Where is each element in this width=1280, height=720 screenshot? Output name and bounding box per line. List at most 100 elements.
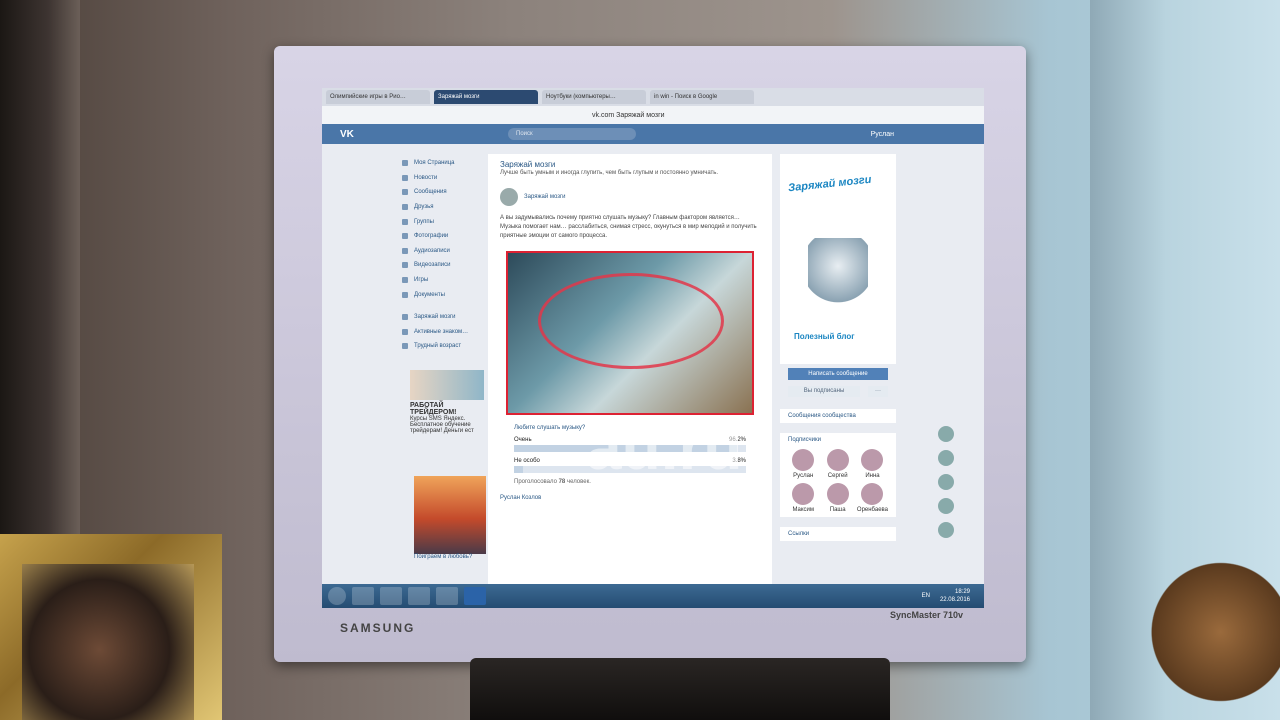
photo-detail [538,273,724,369]
chat-avatar[interactable] [938,474,954,490]
nav-icon [402,291,408,298]
address-bar[interactable]: vk.com Заряжай мозги [322,106,984,124]
nav-label: Заряжай мозги [414,314,456,321]
group-sidebar: Заряжай мозги Полезный блог Написать соо… [780,154,896,541]
tab-1[interactable]: Олимпийские игры в Рио… [326,90,430,104]
nav-label: Сообщения [414,189,447,196]
subscriber-name: Паша [829,507,846,513]
tab-3[interactable]: Ноутбуки (компьютеры… [542,90,646,104]
avatar [861,483,884,505]
nav-label: Друзья [414,204,434,211]
vk-search-input[interactable]: Поиск [508,128,636,140]
chat-avatar[interactable] [938,426,954,442]
watermark-logo: au.ru [586,411,743,483]
nav-item[interactable]: Фотографии [402,229,492,244]
religious-icon-frame [0,534,222,720]
subscriber-name: Оренбаева [856,507,888,513]
cover-title: Заряжай мозги [787,173,872,195]
nav-item[interactable]: Новости [402,171,492,186]
links-block[interactable]: Ссылки [780,527,896,541]
nav-icon [402,174,408,181]
group-description: Лучше быть умным и иногда глупить, чем б… [500,170,719,176]
post-photo[interactable] [506,251,754,415]
nav-label: Моя Страница [414,160,455,167]
nav-label: Трудный возраст [414,343,462,350]
ad-image [414,476,486,554]
chat-avatar[interactable] [938,498,954,514]
chat-avatar[interactable] [938,522,954,538]
browser-tabbar: Олимпийские игры в Рио… Заряжай мозги Но… [322,88,984,106]
ad-title: РАБОТАЙ ТРЕЙДЕРОМ! [410,402,457,416]
monitor-stand [470,658,890,720]
subscriber[interactable]: Оренбаева [857,483,888,513]
subscribers-label[interactable]: Подписчики [788,437,888,443]
nav-icon [402,189,408,196]
url-text: vk.com Заряжай мозги [592,111,665,119]
avatar [826,449,849,471]
nav-item[interactable]: Моя Страница [402,156,492,171]
taskbar-app[interactable] [352,587,374,605]
nav-item[interactable]: Сообщения [402,185,492,200]
nav-item[interactable]: Активные знаком… [402,325,492,340]
nav-item[interactable]: Аудиозаписи [402,244,492,259]
subscribers-block: Подписчики Руслан Сергей Инна Максим Паш… [780,433,896,517]
subscriber[interactable]: Максим [788,483,818,513]
taskbar-app[interactable] [408,587,430,605]
language-indicator[interactable]: EN [922,593,930,599]
nav-label: Активные знаком… [414,328,469,335]
avatar [792,483,815,505]
subscriber[interactable]: Руслан [788,449,818,479]
post-footer-author[interactable]: Руслан Козлов [488,489,772,507]
nav-item[interactable]: Документы [402,287,492,302]
tab-4[interactable]: in win - Поиск в Google [650,90,754,104]
vk-logo[interactable]: VK [340,129,370,140]
chat-avatar[interactable] [938,450,954,466]
avatar[interactable] [500,188,518,206]
nav-label: Аудиозаписи [414,247,450,254]
vk-header: VK Поиск Руслан [322,124,984,144]
poll-votes-prefix: Проголосовало [514,479,559,485]
subscriber[interactable]: Паша [822,483,852,513]
nav-label: Фотографии [414,233,449,240]
robot-image [808,238,868,318]
nav-item[interactable]: Трудный возраст [402,339,492,354]
clock-date: 22.08.2016 [939,597,970,603]
poll-option-label: Очень [514,437,532,443]
ad-love[interactable]: Поиграем в любовь? [414,476,486,560]
nav-item[interactable]: Игры [402,273,492,288]
nav-item[interactable]: Заряжай мозги [402,310,492,325]
nav-item[interactable]: Группы [402,214,492,229]
subscriber-name: Инна [865,473,880,479]
group-title: Заряжай мозги [500,160,556,169]
photoshop-icon[interactable] [464,587,486,605]
taskbar-app[interactable] [380,587,402,605]
subscribed-button[interactable]: Вы подписаны [788,386,860,397]
start-button[interactable] [328,587,346,605]
nav-icon [402,277,408,284]
nav-icon [402,204,408,211]
more-button[interactable]: ··· [868,386,888,397]
vk-user-name[interactable]: Руслан [871,131,894,138]
post-text: А вы задумывались почему приятно слушать… [500,215,757,239]
group-wall: Заряжай мозги Лучше быть умным и иногда … [488,154,772,608]
subscriber[interactable]: Сергей [822,449,852,479]
subscriber-name: Максим [792,507,815,513]
nav-item[interactable]: Друзья [402,200,492,215]
avatar [861,449,884,471]
clock[interactable]: 18:29 22.08.2016 [940,588,970,604]
write-message-button[interactable]: Написать сообщение [788,368,888,380]
nav-icon [402,262,408,269]
subscriber[interactable]: Инна [857,449,888,479]
clock-time: 18:29 [954,589,970,595]
toy-figure [1148,560,1280,720]
tab-2[interactable]: Заряжай мозги [434,90,538,104]
vk-left-nav: Моя Страница Новости Сообщения Друзья Гр… [402,156,492,354]
nav-item[interactable]: Видеозаписи [402,258,492,273]
post-author[interactable]: Заряжай мозги [524,194,566,200]
taskbar-app[interactable] [436,587,458,605]
community-messages-link[interactable]: Сообщения сообщества [780,409,896,423]
ad-trader[interactable]: РАБОТАЙ ТРЕЙДЕРОМ! Курсы SMS Яндекс. Бес… [410,370,484,434]
nav-icon [402,247,408,254]
subscriber-name: Сергей [827,473,848,479]
cover-subtitle: Полезный блог [794,332,855,341]
